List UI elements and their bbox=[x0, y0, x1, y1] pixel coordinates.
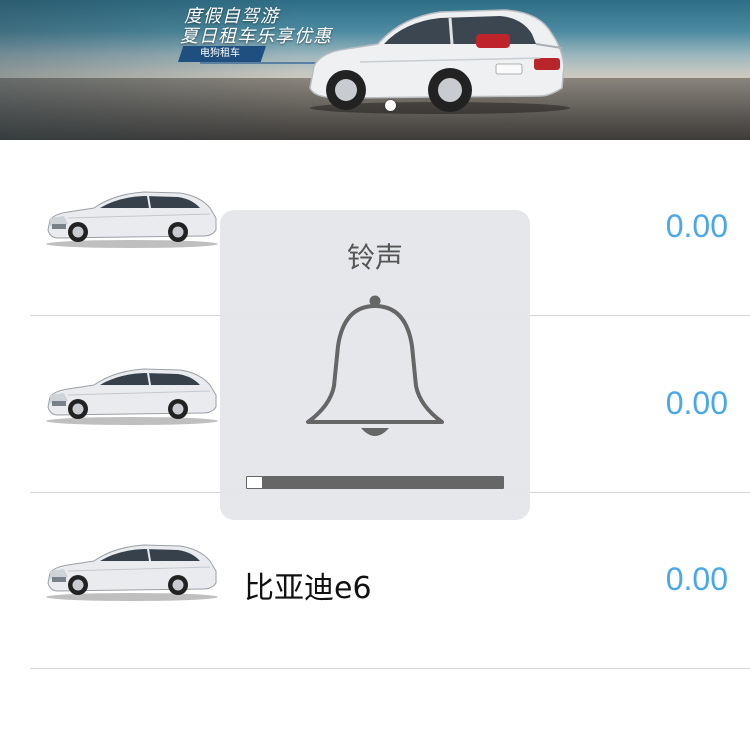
volume-level-fill bbox=[247, 477, 262, 488]
car-price: 0.00 bbox=[665, 561, 728, 597]
promo-banner[interactable]: 度假自驾游 夏日租车乐享优惠 电狗租车 bbox=[0, 0, 750, 140]
banner-tag: 电狗租车 bbox=[178, 46, 266, 62]
car-thumbnail bbox=[46, 191, 218, 248]
car-thumbnail bbox=[46, 368, 218, 425]
volume-hud: 铃声 bbox=[220, 210, 530, 520]
hud-title: 铃声 bbox=[346, 241, 403, 274]
carousel-dot-active[interactable] bbox=[385, 100, 396, 111]
car-price: 0.00 bbox=[665, 385, 728, 421]
bell-icon bbox=[306, 295, 444, 436]
car-thumbnail bbox=[46, 544, 218, 601]
car-name: 比亚迪e6 bbox=[244, 571, 372, 606]
car-price: 0.00 bbox=[665, 208, 728, 244]
volume-level-bar bbox=[246, 476, 504, 489]
banner-car-image bbox=[309, 9, 570, 114]
row-divider bbox=[30, 668, 750, 669]
